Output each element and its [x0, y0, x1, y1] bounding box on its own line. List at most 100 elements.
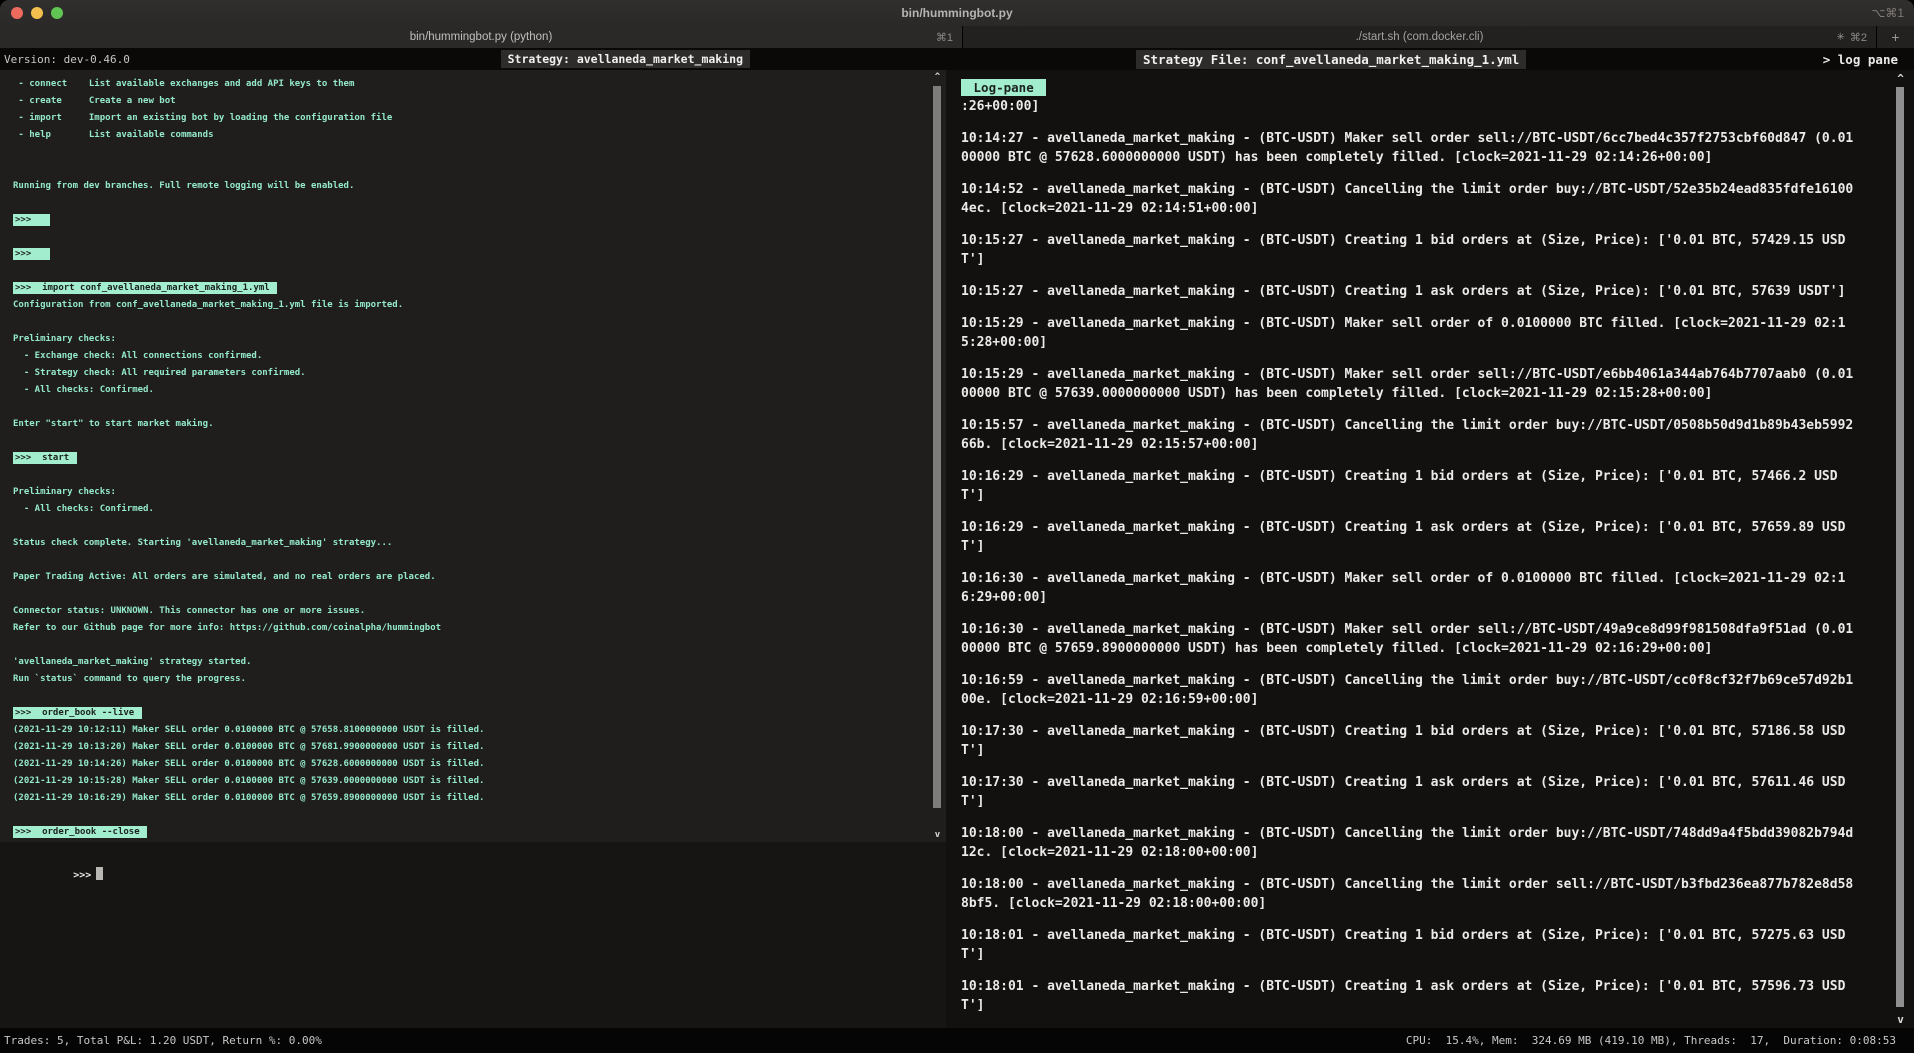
scroll-up-arrow-icon[interactable]: ^	[1895, 72, 1906, 85]
scroll-down-arrow-icon[interactable]: v	[1895, 1013, 1906, 1026]
terminal-output-line: >>> order_book --close	[13, 824, 922, 841]
terminal-output-line	[13, 433, 922, 450]
terminal-output-line: - connect List available exchanges and a…	[13, 76, 922, 93]
log-entry: 10:18:01 - avellaneda_market_making - (B…	[961, 926, 1853, 964]
terminal-output-line: Enter "start" to start market making.	[13, 416, 922, 433]
log-output-area[interactable]: Log-pane :26+00:00] 10:14:27 - avellaned…	[946, 70, 1914, 1028]
tab-label: ./start.sh (com.docker.cli)	[1356, 31, 1484, 43]
left-scrollbar-thumb[interactable]	[933, 86, 941, 808]
terminal-output-line: (2021-11-29 10:12:11) Maker SELL order 0…	[13, 722, 922, 739]
window-title: bin/hummingbot.py	[0, 6, 1914, 20]
terminal-output-line	[13, 195, 922, 212]
terminal-output-line: (2021-11-29 10:14:26) Maker SELL order 0…	[13, 756, 922, 773]
tab-docker-cli[interactable]: ./start.sh (com.docker.cli) ✳ ⌘2	[963, 26, 1877, 48]
terminal-output-line: - Exchange check: All connections confir…	[13, 348, 922, 365]
log-entry: 10:15:57 - avellaneda_market_making - (B…	[961, 416, 1853, 454]
terminal-output-line: Configuration from conf_avellaneda_marke…	[13, 297, 922, 314]
terminal-output-line: - All checks: Confirmed.	[13, 382, 922, 399]
log-entry: 10:18:00 - avellaneda_market_making - (B…	[961, 824, 1853, 862]
terminal-output-line: >>> order_book --live	[13, 705, 922, 722]
left-output-area[interactable]: - connect List available exchanges and a…	[0, 70, 946, 842]
terminal-output-line: >>> import conf_avellaneda_market_making…	[13, 280, 922, 297]
scroll-up-arrow-icon[interactable]: ^	[932, 72, 943, 82]
tab-hummingbot[interactable]: bin/hummingbot.py (python) ⌘1	[0, 26, 963, 48]
terminal-output-line: (2021-11-29 10:16:29) Maker SELL order 0…	[13, 790, 922, 807]
terminal-output-line	[13, 552, 922, 569]
left-output-lines: - connect List available exchanges and a…	[13, 76, 922, 841]
left-pane-header: Version: dev-0.46.0 Strategy: avellaneda…	[0, 48, 946, 70]
terminal-output-line	[13, 586, 922, 603]
log-entry: 10:16:29 - avellaneda_market_making - (B…	[961, 518, 1853, 556]
log-partial-line: :26+00:00]	[961, 97, 1874, 116]
terminal-output-line	[13, 144, 922, 161]
log-entry: 10:14:27 - avellaneda_market_making - (B…	[961, 129, 1853, 167]
terminal-output-line	[13, 161, 922, 178]
terminal-output-line: Refer to our Github page for more info: …	[13, 620, 922, 637]
tab-activity-spinner-icon: ✳	[1836, 32, 1844, 43]
log-entry: 10:15:27 - avellaneda_market_making - (B…	[961, 231, 1853, 269]
window-shortcut-hint: ⌥⌘1	[1871, 6, 1904, 20]
strategy-file-label: Strategy File: conf_avellaneda_market_ma…	[1136, 50, 1526, 69]
log-entries: 10:14:27 - avellaneda_market_making - (B…	[961, 129, 1853, 1015]
terminal-output-line: Paper Trading Active: All orders are sim…	[13, 569, 922, 586]
system-status: CPU: 15.4%, Mem: 324.69 MB (419.10 MB), …	[1406, 1034, 1896, 1047]
log-entry: 10:18:01 - avellaneda_market_making - (B…	[961, 977, 1853, 1015]
terminal-output-line: Preliminary checks:	[13, 484, 922, 501]
log-entry: 10:15:29 - avellaneda_market_making - (B…	[961, 314, 1853, 352]
version-label: Version: dev-0.46.0	[4, 53, 130, 66]
terminal-output-line	[13, 229, 922, 246]
log-entry: 10:14:52 - avellaneda_market_making - (B…	[961, 180, 1853, 218]
log-entry: 10:15:27 - avellaneda_market_making - (B…	[961, 282, 1853, 301]
terminal-output-line: >>>	[13, 212, 922, 229]
log-entry: 10:16:59 - avellaneda_market_making - (B…	[961, 671, 1853, 709]
terminal-output-line: (2021-11-29 10:15:28) Maker SELL order 0…	[13, 773, 922, 790]
command-input-area[interactable]: >>>	[0, 842, 946, 1028]
log-pane-window: Strategy File: conf_avellaneda_market_ma…	[946, 48, 1914, 1028]
terminal-output-line: (2021-11-29 10:13:20) Maker SELL order 0…	[13, 739, 922, 756]
terminal-output-line: Preliminary checks:	[13, 331, 922, 348]
trades-status: Trades: 5, Total P&L: 1.20 USDT, Return …	[4, 1034, 322, 1047]
strategy-label: Strategy: avellaneda_market_making	[501, 50, 750, 68]
terminal-output-line: Running from dev branches. Full remote l…	[13, 178, 922, 195]
terminal-output-line: - All checks: Confirmed.	[13, 501, 922, 518]
log-entry: 10:16:30 - avellaneda_market_making - (B…	[961, 569, 1853, 607]
terminal-output-line: >>> start	[13, 450, 922, 467]
terminal-output-line: Run `status` command to query the progre…	[13, 671, 922, 688]
log-entry: 10:15:29 - avellaneda_market_making - (B…	[961, 365, 1853, 403]
terminal-output-line: Connector status: UNKNOWN. This connecto…	[13, 603, 922, 620]
tab-label: bin/hummingbot.py (python)	[410, 31, 553, 43]
log-entry: 10:18:00 - avellaneda_market_making - (B…	[961, 875, 1853, 913]
log-pane-badge: Log-pane	[961, 79, 1046, 96]
right-scrollbar[interactable]: ^ v	[1895, 70, 1906, 1028]
log-pane-indicator: > log pane	[1823, 52, 1898, 67]
status-bar: Trades: 5, Total P&L: 1.20 USDT, Return …	[0, 1028, 1914, 1053]
text-cursor[interactable]	[96, 867, 103, 880]
terminal-output-line	[13, 467, 922, 484]
terminal-output-line: >>>	[13, 246, 922, 263]
right-pane-header: Strategy File: conf_avellaneda_market_ma…	[946, 48, 1914, 70]
titlebar: bin/hummingbot.py ⌥⌘1	[0, 0, 1914, 26]
terminal-output-line	[13, 688, 922, 705]
terminal-output-line	[13, 637, 922, 654]
terminal-output-line: 'avellaneda_market_making' strategy star…	[13, 654, 922, 671]
terminal-output-line	[13, 314, 922, 331]
terminal-output-line	[13, 399, 922, 416]
new-tab-button[interactable]: +	[1877, 26, 1914, 48]
split-panes: Version: dev-0.46.0 Strategy: avellaneda…	[0, 48, 1914, 1028]
terminal-output-line	[13, 518, 922, 535]
tab-shortcut: ⌘2	[1850, 31, 1867, 44]
right-scrollbar-thumb[interactable]	[1896, 87, 1904, 1007]
scroll-down-arrow-icon[interactable]: v	[932, 830, 943, 840]
log-entry: 10:17:30 - avellaneda_market_making - (B…	[961, 722, 1853, 760]
tab-shortcut: ⌘1	[936, 31, 953, 44]
terminal-output-line: - create Create a new bot	[13, 93, 922, 110]
terminal-output-line	[13, 263, 922, 280]
left-scrollbar[interactable]: ^ v	[932, 70, 943, 842]
terminal-output-line: - help List available commands	[13, 127, 922, 144]
hummingbot-pane: Version: dev-0.46.0 Strategy: avellaneda…	[0, 48, 946, 1028]
terminal-output-line: - import Import an existing bot by loadi…	[13, 110, 922, 127]
tab-bar: bin/hummingbot.py (python) ⌘1 ./start.sh…	[0, 26, 1914, 48]
terminal-output-line: Status check complete. Starting 'avellan…	[13, 535, 922, 552]
input-prompt: >>>	[73, 870, 91, 881]
terminal-output-line	[13, 807, 922, 824]
